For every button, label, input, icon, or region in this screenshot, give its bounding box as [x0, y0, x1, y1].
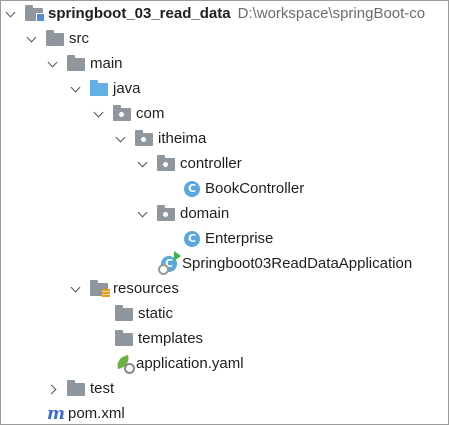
spring-boot-application-icon: C	[158, 250, 181, 275]
tree-node-itheima[interactable]: itheima	[115, 126, 206, 151]
resources-folder-icon	[90, 280, 110, 297]
tree-node-main[interactable]: main	[47, 51, 123, 76]
tree-node-controller[interactable]: controller	[137, 151, 242, 176]
chevron-down-icon[interactable]	[26, 33, 38, 45]
class-icon: C	[184, 180, 200, 197]
src-label: src	[69, 30, 89, 47]
com-label: com	[136, 105, 165, 122]
controller-label: controller	[180, 155, 242, 172]
chevron-right-icon[interactable]	[47, 383, 59, 395]
maven-icon: m	[47, 403, 65, 424]
source-folder-icon	[90, 80, 108, 96]
templates-label: templates	[138, 330, 204, 347]
chevron-down-icon[interactable]	[70, 83, 82, 95]
pom-label: pom.xml	[68, 405, 125, 422]
chevron-down-icon[interactable]	[70, 283, 82, 295]
tree-node-enterprise[interactable]: C Enterprise	[164, 226, 273, 251]
tree-node-test[interactable]: test	[47, 376, 114, 401]
java-label: java	[113, 80, 141, 97]
tree-node-domain[interactable]: domain	[137, 201, 229, 226]
tree-node-root[interactable]: springboot_03_read_data D:\workspace\spr…	[5, 1, 425, 26]
root-project-path: D:\workspace\springBoot-co	[237, 5, 426, 22]
tree-node-book-controller[interactable]: C BookController	[164, 176, 304, 201]
chevron-down-icon[interactable]	[137, 158, 149, 170]
chevron-down-icon[interactable]	[47, 58, 59, 70]
tree-node-java[interactable]: java	[70, 76, 141, 101]
folder-icon	[115, 330, 133, 346]
spring-yaml-icon	[115, 357, 135, 374]
chevron-down-icon[interactable]	[115, 133, 127, 145]
tree-node-resources[interactable]: resources	[70, 276, 179, 301]
tree-node-src[interactable]: src	[26, 26, 89, 51]
folder-icon	[67, 380, 85, 396]
package-icon	[157, 205, 175, 221]
package-icon	[113, 105, 131, 121]
book-controller-label: BookController	[205, 180, 305, 197]
tree-node-templates[interactable]: templates	[95, 326, 203, 351]
module-folder-icon	[25, 5, 45, 22]
itheima-label: itheima	[158, 130, 207, 147]
enterprise-label: Enterprise	[205, 230, 274, 247]
folder-icon	[115, 305, 133, 321]
class-icon: C	[184, 230, 200, 247]
chevron-down-icon[interactable]	[137, 208, 149, 220]
folder-icon	[46, 30, 64, 46]
chevron-down-icon[interactable]	[5, 8, 17, 20]
tree-node-application-yaml[interactable]: application.yaml	[95, 351, 244, 376]
main-label: main	[90, 55, 123, 72]
chevron-down-icon[interactable]	[93, 108, 105, 120]
package-icon	[135, 130, 153, 146]
folder-icon	[67, 55, 85, 71]
tree-node-pom[interactable]: m pom.xml	[27, 401, 125, 424]
domain-label: domain	[180, 205, 230, 222]
package-icon	[157, 155, 175, 171]
tree-node-com[interactable]: com	[93, 101, 164, 126]
tree-node-static[interactable]: static	[95, 301, 173, 326]
test-label: test	[90, 380, 115, 397]
root-project-label: springboot_03_read_data	[48, 5, 231, 22]
project-tree: springboot_03_read_data D:\workspace\spr…	[0, 0, 449, 425]
static-label: static	[138, 305, 174, 322]
application-class-label: Springboot03ReadDataApplication	[182, 255, 413, 272]
tree-node-application-class[interactable]: C Springboot03ReadDataApplication	[141, 250, 413, 276]
resources-label: resources	[113, 280, 179, 297]
application-yaml-label: application.yaml	[136, 355, 244, 372]
